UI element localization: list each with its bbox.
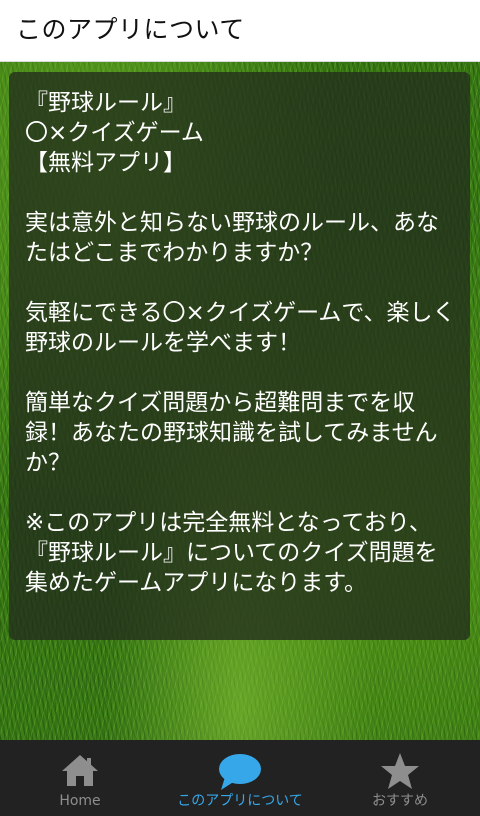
nav-label-about: このアプリについて <box>177 793 303 809</box>
app-description: 『野球ルール』 〇×クイズゲーム 【無料アプリ】 実は意外と知らない野球のルール… <box>25 90 456 596</box>
nav-label-home: Home <box>59 793 101 809</box>
page-title: このアプリについて <box>16 15 245 44</box>
star-icon <box>320 752 480 792</box>
bottom-navigation: Home このアプリについて おすすめ <box>0 740 480 816</box>
nav-item-home[interactable]: Home <box>0 740 160 816</box>
nav-item-recommend[interactable]: おすすめ <box>320 740 480 816</box>
home-icon <box>0 752 160 792</box>
speech-bubble-icon <box>160 752 320 792</box>
app-header: このアプリについて <box>0 0 480 62</box>
nav-label-recommend: おすすめ <box>372 793 428 809</box>
nav-item-about[interactable]: このアプリについて <box>160 740 320 816</box>
description-panel: 『野球ルール』 〇×クイズゲーム 【無料アプリ】 実は意外と知らない野球のルール… <box>9 72 470 640</box>
